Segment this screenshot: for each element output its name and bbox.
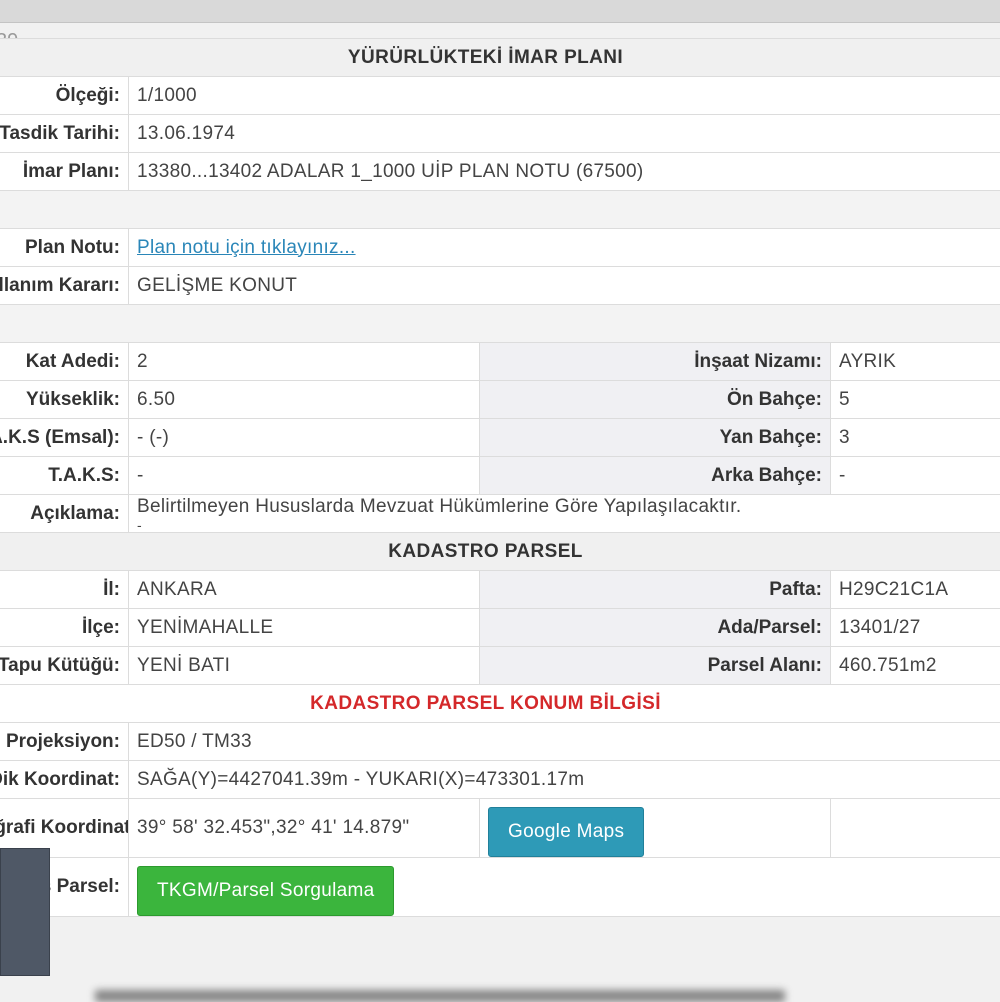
insaat-nizami-value: AYRIK: [831, 343, 1000, 381]
ilce-label: İlçe:: [0, 609, 129, 647]
thumbnail-image: [0, 848, 50, 976]
on-bahce-value: 5: [831, 381, 1000, 419]
yukseklik-label: Yükseklik:: [0, 381, 129, 419]
kaks-label: K.A.K.S (Emsal):: [0, 419, 129, 457]
table-row: Coğrafi Koordinat: 39° 58' 32.453",32° 4…: [0, 799, 1000, 858]
taks-value: -: [129, 457, 480, 495]
aciklama-label: Açıklama:: [0, 495, 129, 533]
kullanim-label: Kullanım Kararı:: [0, 267, 129, 305]
cografi-koordinat-value: 39° 58' 32.453",32° 41' 14.879": [129, 799, 480, 858]
imar-plani-value: 13380...13402 ADALAR 1_1000 UİP PLAN NOT…: [129, 153, 1000, 191]
il-label: İl:: [0, 571, 129, 609]
arka-bahce-label: Arka Bahçe:: [480, 457, 831, 495]
parcel-info-panel: YÜRÜRLÜKTEKİ İMAR PLANI Ölçeği: 1/1000 T…: [0, 38, 1000, 917]
pafta-value: H29C21C1A: [831, 571, 1000, 609]
aciklama-value: Belirtilmeyen Hususlarda Mevzuat Hükümle…: [137, 496, 1000, 518]
google-maps-button[interactable]: Google Maps: [488, 807, 644, 857]
kat-adedi-label: Kat Adedi:: [0, 343, 129, 381]
table-row: Kullanım Kararı: GELİŞME KONUT: [0, 267, 1000, 305]
ilce-value: YENİMAHALLE: [129, 609, 480, 647]
dik-koordinat-value: SAĞA(Y)=4427041.39m - YUKARI(X)=473301.1…: [129, 761, 1000, 799]
tasdik-label: Tasdik Tarihi:: [0, 115, 129, 153]
table-row: İlçe: YENİMAHALLE Ada/Parsel: 13401/27: [0, 609, 1000, 647]
tkgm-parsel-sorgulama-button[interactable]: TKGM/Parsel Sorgulama: [137, 866, 394, 916]
projeksiyon-value: ED50 / TM33: [129, 723, 1000, 761]
insaat-nizami-label: İnşaat Nizamı:: [480, 343, 831, 381]
kaks-value: - (-): [129, 419, 480, 457]
blurred-text-line: [95, 990, 785, 1002]
ada-parsel-value: 13401/27: [831, 609, 1000, 647]
plan-notu-link[interactable]: Plan notu için tıklayınız...: [137, 237, 356, 258]
table-row: T.A.K.S: - Arka Bahçe: -: [0, 457, 1000, 495]
konum-header-row: KADASTRO PARSEL KONUM BİLGİSİ: [0, 685, 1000, 723]
yan-bahce-value: 3: [831, 419, 1000, 457]
olcegi-value: 1/1000: [129, 77, 1000, 115]
table-row: Açıklama: Belirtilmeyen Hususlarda Mevzu…: [0, 495, 1000, 533]
parcel-info-table: YÜRÜRLÜKTEKİ İMAR PLANI Ölçeği: 1/1000 T…: [0, 38, 1000, 917]
table-row: Tasdik Tarihi: 13.06.1974: [0, 115, 1000, 153]
on-bahce-label: Ön Bahçe:: [480, 381, 831, 419]
table-row: Yükseklik: 6.50 Ön Bahçe: 5: [0, 381, 1000, 419]
imar-plan-title: YÜRÜRLÜKTEKİ İMAR PLANI: [0, 39, 1000, 77]
dik-koordinat-label: Dik Koordinat:: [0, 761, 129, 799]
table-row: Projeksiyon: ED50 / TM33: [0, 723, 1000, 761]
kullanim-value: GELİŞME KONUT: [129, 267, 1000, 305]
row-gap: [0, 305, 1000, 343]
projeksiyon-label: Projeksiyon:: [0, 723, 129, 761]
table-row: Kat Adedi: 2 İnşaat Nizamı: AYRIK: [0, 343, 1000, 381]
taks-label: T.A.K.S:: [0, 457, 129, 495]
arka-bahce-value: -: [831, 457, 1000, 495]
tasdik-value: 13.06.1974: [129, 115, 1000, 153]
parsel-alani-value: 460.751m2: [831, 647, 1000, 685]
top-bar: [0, 0, 1000, 23]
yan-bahce-label: Yan Bahçe:: [480, 419, 831, 457]
plan-notu-label: Plan Notu:: [0, 229, 129, 267]
olcegi-label: Ölçeği:: [0, 77, 129, 115]
table-row: Ölçeği: 1/1000: [0, 77, 1000, 115]
tapu-value: YENİ BATI: [129, 647, 480, 685]
ada-parsel-label: Ada/Parsel:: [480, 609, 831, 647]
kat-adedi-value: 2: [129, 343, 480, 381]
yukseklik-value: 6.50: [129, 381, 480, 419]
table-row: İmar Planı: 13380...13402 ADALAR 1_1000 …: [0, 153, 1000, 191]
table-row: Dik Koordinat: SAĞA(Y)=4427041.39m - YUK…: [0, 761, 1000, 799]
imar-header-row: YÜRÜRLÜKTEKİ İMAR PLANI: [0, 39, 1000, 77]
row-gap: [0, 191, 1000, 229]
table-row: Megsis Parsel: TKGM/Parsel Sorgulama: [0, 858, 1000, 917]
parsel-alani-label: Parsel Alanı:: [480, 647, 831, 685]
kadastro-header-row: KADASTRO PARSEL: [0, 533, 1000, 571]
kadastro-title: KADASTRO PARSEL: [0, 533, 1000, 571]
il-value: ANKARA: [129, 571, 480, 609]
imar-plani-label: İmar Planı:: [0, 153, 129, 191]
table-row: Plan Notu: Plan notu için tıklayınız...: [0, 229, 1000, 267]
konum-title: KADASTRO PARSEL KONUM BİLGİSİ: [0, 685, 1000, 723]
table-row: K.A.K.S (Emsal): - (-) Yan Bahçe: 3: [0, 419, 1000, 457]
table-row: Tapu Kütüğü: YENİ BATI Parsel Alanı: 460…: [0, 647, 1000, 685]
pafta-label: Pafta:: [480, 571, 831, 609]
table-row: İl: ANKARA Pafta: H29C21C1A: [0, 571, 1000, 609]
tapu-label: Tapu Kütüğü:: [0, 647, 129, 685]
aciklama-extra: -: [137, 518, 1000, 532]
